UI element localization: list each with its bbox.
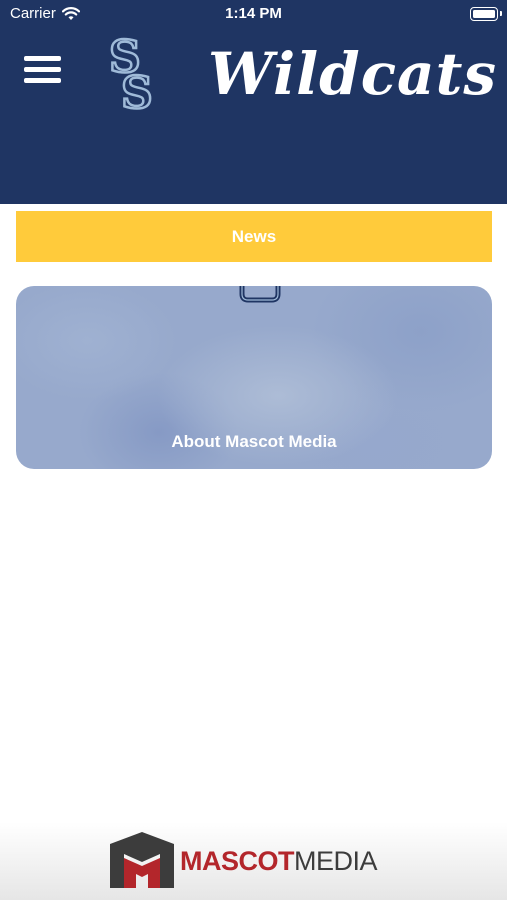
news-button[interactable]: News	[16, 211, 492, 262]
app-title: Wildcats	[208, 40, 498, 108]
menu-bar-line	[24, 67, 61, 72]
svg-text:S: S	[121, 68, 153, 112]
footer-brand-media: MEDIA	[294, 846, 378, 876]
menu-bar-line	[24, 78, 61, 83]
battery-icon	[470, 7, 502, 21]
footer-brand-text: MASCOTMEDIA	[180, 846, 378, 876]
status-bar: Carrier 1:14 PM	[0, 0, 507, 28]
about-card-label: About Mascot Media	[171, 432, 337, 451]
app-header: Carrier 1:14 PM S S Wildcats	[0, 0, 507, 204]
status-time: 1:14 PM	[225, 5, 282, 22]
about-mascot-media-card[interactable]: About Mascot Media	[16, 286, 492, 469]
school-ss-logo: S S	[108, 36, 154, 112]
footer-banner: MASCOTMEDIA	[0, 822, 507, 900]
menu-bar-line	[24, 56, 61, 61]
footer-brand-mascot: MASCOT	[180, 846, 295, 876]
mascot-media-m-logo	[110, 832, 174, 888]
hamburger-menu-icon[interactable]	[24, 52, 62, 88]
school-ss-logo	[239, 286, 281, 303]
